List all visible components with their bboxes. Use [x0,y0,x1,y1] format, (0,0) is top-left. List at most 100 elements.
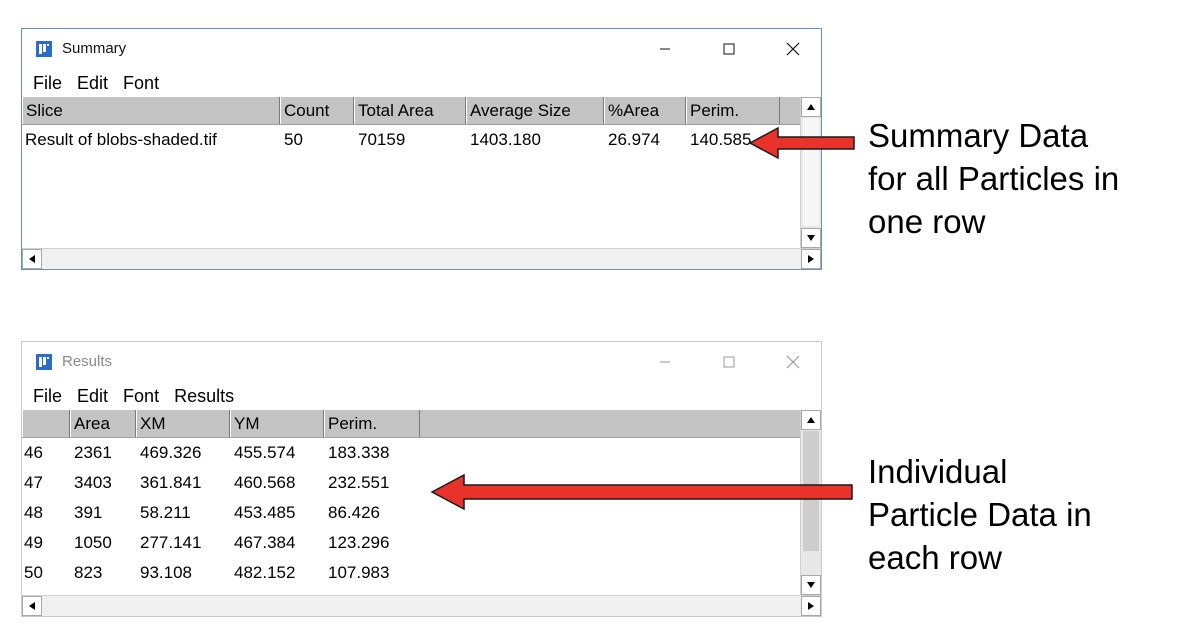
annotation-line: each row [868,539,1002,576]
horizontal-scrollbar[interactable] [22,248,821,269]
arrow-down-icon [807,235,815,241]
menu-file[interactable]: File [26,73,70,94]
cell-row-number: 46 [24,443,43,462]
minimize-icon [660,361,670,363]
menu-font[interactable]: Font [116,73,167,94]
close-icon [786,42,800,56]
close-button[interactable] [765,29,821,69]
scroll-up-button[interactable] [801,97,821,117]
cell-area: 3403 [74,473,112,492]
annotation-line: one row [868,203,986,240]
cell-count: 50 [284,130,303,149]
horizontal-scrollbar[interactable] [22,595,821,616]
cell-perim: 123.296 [328,533,390,552]
menu-edit[interactable]: Edit [70,73,116,94]
arrow-left-icon [29,255,35,263]
maximize-button[interactable] [701,29,757,69]
cell-row-number: 50 [24,563,43,582]
window-title: Summary [62,40,127,57]
imagej-app-icon [36,41,52,57]
cell-area: 1050 [74,533,112,552]
table-row[interactable]: 49 1050 277.141 467.384 123.296 [22,528,800,558]
cell-area: 2361 [74,443,112,462]
summary-table: Slice Count Total Area Average Size %Are… [22,97,821,269]
arrow-right-icon [808,602,814,610]
column-header-perim[interactable]: Perim. [686,97,780,124]
menu-edit[interactable]: Edit [70,386,116,407]
cell-xm: 277.141 [140,533,202,552]
cell-perim: 107.983 [328,563,390,582]
cell-xm: 469.326 [140,443,202,462]
annotation-line: Particle Data in [868,496,1092,533]
scroll-down-button[interactable] [801,228,821,248]
cell-average-size: 1403.180 [470,130,541,149]
column-header-perim[interactable]: Perim. [324,410,420,437]
cell-ym: 467.384 [234,533,296,552]
cell-xm: 93.108 [140,563,192,582]
cell-ym: 482.152 [234,563,296,582]
column-header-area[interactable]: Area [70,410,136,437]
cell-ym: 460.568 [234,473,296,492]
annotation-line: Summary Data [868,117,1089,154]
cell-perim: 183.338 [328,443,390,462]
cell-ym: 453.485 [234,503,296,522]
close-icon [786,355,800,369]
column-header-average-size[interactable]: Average Size [466,97,604,124]
cell-perim: 140.585 [690,130,752,149]
arrow-left-icon [29,602,35,610]
scroll-down-button[interactable] [801,575,821,595]
column-header-slice[interactable]: Slice [22,97,280,124]
scroll-left-button[interactable] [22,596,42,616]
maximize-button[interactable] [701,342,757,382]
imagej-app-icon [36,354,52,370]
table-header: Area XM YM Perim. [22,410,800,438]
scroll-right-button[interactable] [801,249,821,269]
cell-area: 391 [74,503,103,522]
summary-annotation: Summary Data for all Particles in one ro… [868,114,1119,243]
table-row[interactable]: 46 2361 469.326 455.574 183.338 [22,438,800,468]
cell-row-number: 49 [24,533,43,552]
summary-pointer-arrow [748,126,855,160]
cell-slice: Result of blobs-shaded.tif [25,130,217,149]
results-menubar: File Edit Font Results [22,382,821,410]
menu-file[interactable]: File [26,386,70,407]
arrow-right-icon [808,255,814,263]
table-row[interactable]: Result of blobs-shaded.tif 50 70159 1403… [22,125,800,155]
maximize-icon [723,43,735,55]
summary-titlebar[interactable]: Summary [22,29,821,69]
column-header-count[interactable]: Count [280,97,354,124]
cell-area-percent: 26.974 [608,130,660,149]
cell-xm: 361.841 [140,473,202,492]
vertical-scrollbar[interactable] [800,97,821,248]
column-header-ym[interactable]: YM [230,410,324,437]
cell-ym: 455.574 [234,443,296,462]
arrow-down-icon [807,582,815,588]
cell-xm: 58.211 [140,503,191,522]
column-header-row-number[interactable] [22,410,70,437]
column-header-area-percent[interactable]: %Area [604,97,686,124]
cell-row-number: 47 [24,473,43,492]
results-table: Area XM YM Perim. 46 2361 469.326 455.57… [22,410,821,616]
menu-font[interactable]: Font [116,386,167,407]
column-header-xm[interactable]: XM [136,410,230,437]
results-annotation: Individual Particle Data in each row [868,450,1092,579]
minimize-button[interactable] [637,29,693,69]
summary-menubar: File Edit Font [22,69,821,97]
table-row[interactable]: 50 823 93.108 482.152 107.983 [22,558,800,588]
annotation-line: for all Particles in [868,160,1120,197]
minimize-icon [660,48,670,50]
scroll-left-button[interactable] [22,249,42,269]
cell-row-number: 48 [24,503,43,522]
results-pointer-arrow [430,473,853,511]
column-header-total-area[interactable]: Total Area [354,97,466,124]
results-titlebar[interactable]: Results [22,342,821,382]
close-button[interactable] [765,342,821,382]
cell-area: 823 [74,563,103,582]
cell-perim: 86.426 [328,503,380,522]
scroll-up-button[interactable] [801,410,821,430]
menu-results[interactable]: Results [167,386,242,407]
maximize-icon [723,356,735,368]
minimize-button[interactable] [637,342,693,382]
scroll-right-button[interactable] [801,596,821,616]
table-header: Slice Count Total Area Average Size %Are… [22,97,800,125]
